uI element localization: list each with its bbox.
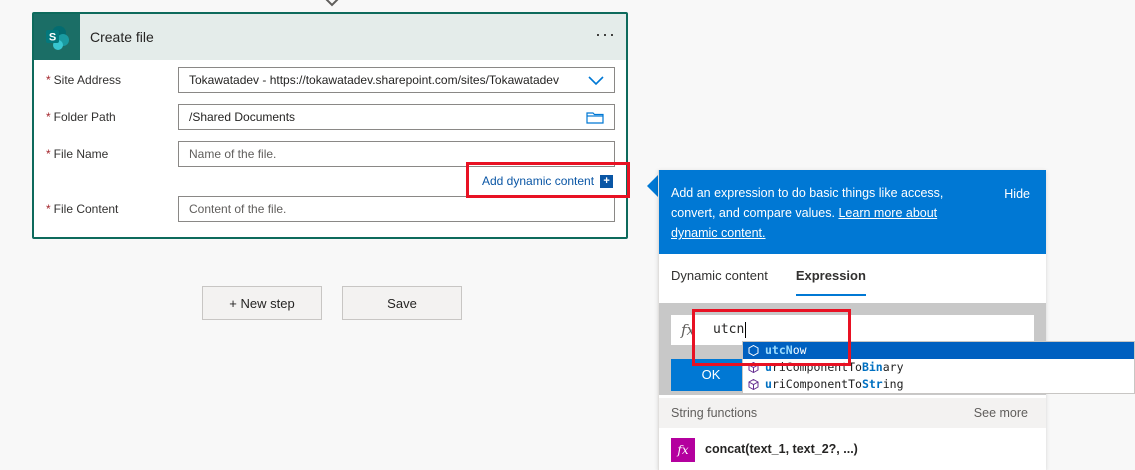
suggestion-mid: riComponentTo: [771, 377, 862, 391]
suggestion-tail: ary: [882, 360, 904, 374]
folder-path-label-text: Folder Path: [53, 110, 116, 124]
file-content-label: * File Content: [46, 202, 118, 216]
sharepoint-icon: S: [34, 14, 80, 60]
suggestion-item[interactable]: uriComponentToString: [743, 376, 1134, 393]
card-header[interactable]: S Create file ···: [34, 14, 626, 60]
string-functions-header: String functions See more: [659, 398, 1046, 428]
site-address-label-text: Site Address: [53, 73, 122, 87]
file-content-placeholder: Content of the file.: [189, 202, 287, 216]
highlight-box: [466, 162, 630, 198]
see-more-link[interactable]: See more: [974, 398, 1028, 428]
file-content-label-text: File Content: [53, 202, 119, 216]
required-mark: *: [46, 73, 51, 87]
suggestion-tail: ing: [882, 377, 904, 391]
card-title: Create file: [90, 29, 154, 45]
file-content-input[interactable]: Content of the file.: [178, 196, 615, 222]
required-mark: *: [46, 147, 51, 161]
match-text: u: [765, 377, 772, 391]
panel-tabs: Dynamic content Expression: [659, 254, 1046, 298]
folder-path-value: /Shared Documents: [189, 110, 296, 124]
match-text: Str: [861, 377, 883, 391]
required-mark: *: [46, 110, 51, 124]
save-button[interactable]: Save: [342, 286, 462, 320]
folder-path-label: * Folder Path: [46, 110, 116, 124]
hide-button[interactable]: Hide: [1004, 184, 1030, 204]
function-icon: fx: [671, 438, 695, 462]
method-icon: [747, 379, 759, 391]
connector-arrow-icon: [325, 0, 339, 7]
tab-expression[interactable]: Expression: [795, 254, 867, 298]
file-name-label: * File Name: [46, 147, 108, 161]
site-address-label: * Site Address: [46, 73, 121, 87]
panel-pointer: [647, 175, 658, 197]
info-banner: Add an expression to do basic things lik…: [659, 170, 1046, 254]
create-file-card: S Create file ··· * Site Address Tokawata…: [32, 12, 628, 239]
svg-text:S: S: [49, 32, 56, 44]
tab-dynamic-content[interactable]: Dynamic content: [671, 254, 768, 298]
required-mark: *: [46, 202, 51, 216]
file-name-placeholder: Name of the file.: [189, 147, 277, 161]
match-text: Bin: [861, 360, 883, 374]
new-step-button[interactable]: + New step: [202, 286, 322, 320]
function-name: concat(text_1, text_2?, ...): [705, 442, 858, 456]
folder-picker-icon[interactable]: [586, 111, 604, 124]
chevron-down-icon[interactable]: [588, 74, 604, 86]
file-name-label-text: File Name: [53, 147, 109, 161]
site-address-value: Tokawatadev - https://tokawatadev.sharep…: [189, 73, 559, 87]
folder-path-input[interactable]: /Shared Documents: [178, 104, 615, 130]
function-list-item[interactable]: fx concat(text_1, text_2?, ...): [671, 438, 858, 462]
more-options-button[interactable]: ···: [595, 24, 616, 45]
section-title: String functions: [671, 406, 758, 420]
site-address-dropdown[interactable]: Tokawatadev - https://tokawatadev.sharep…: [178, 67, 615, 93]
highlight-box: [692, 309, 851, 366]
suggestion-text: uriComponentToString: [765, 376, 904, 393]
